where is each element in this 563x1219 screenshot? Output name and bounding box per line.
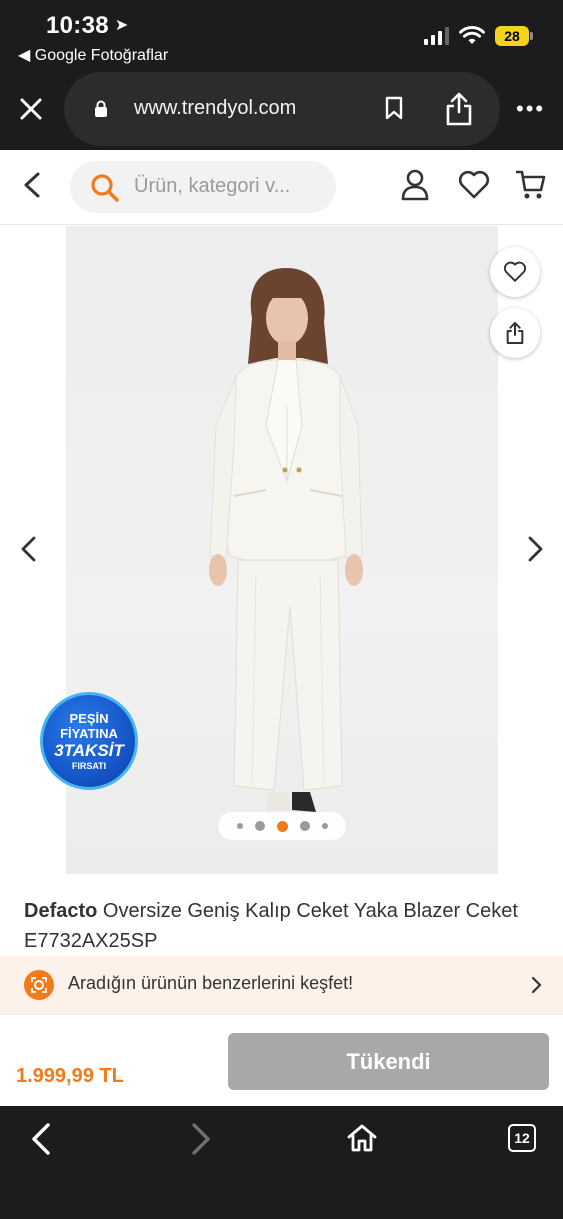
model-figure — [209, 268, 363, 812]
browser-toolbar: 12 — [0, 1106, 563, 1219]
site-header: Ürün, kategori v... — [0, 150, 563, 225]
similar-products-label: Aradığın ürünün benzerlerini keşfet! — [68, 973, 354, 993]
share-icon[interactable] — [444, 92, 474, 126]
product-title: Defacto Oversize Geniş Kalıp Ceket Yaka … — [24, 896, 544, 956]
search-icon — [91, 174, 119, 202]
sold-out-button[interactable]: Tükendi — [228, 1033, 549, 1090]
bookmark-icon[interactable] — [384, 96, 404, 120]
browser-back-icon[interactable] — [28, 1122, 54, 1156]
badge-line-1: PEŞİN — [69, 711, 109, 726]
status-icons: 28 — [424, 26, 533, 46]
badge-line-4: FIRSATI — [71, 761, 107, 771]
image-pagination-dots[interactable] — [218, 812, 346, 840]
price-label: 1.999,99 TL — [16, 1065, 124, 1087]
badge-line-2: FİYATINA — [60, 726, 118, 741]
product-photo[interactable] — [66, 226, 498, 874]
home-icon[interactable] — [346, 1123, 378, 1153]
address-bar-row: www.trendyol.com ••• — [0, 70, 563, 148]
previous-image-chevron-icon[interactable] — [18, 534, 40, 564]
pagination-dot[interactable] — [321, 823, 328, 829]
chevron-right-icon — [531, 976, 542, 994]
heart-icon — [503, 261, 527, 282]
close-icon — [20, 98, 42, 120]
pagination-dot[interactable] — [236, 823, 243, 829]
similar-products-banner[interactable]: Aradığın ürünün benzerlerini keşfet! — [0, 956, 563, 1014]
status-time: 10:38 ➤ — [46, 12, 129, 39]
cellular-signal-icon — [424, 27, 449, 45]
pagination-dot[interactable] — [254, 821, 265, 831]
address-bar[interactable]: www.trendyol.com — [64, 72, 500, 146]
search-placeholder: Ürün, kategori v... — [134, 175, 291, 197]
more-options-icon[interactable]: ••• — [516, 98, 545, 120]
pagination-dot-active[interactable] — [276, 820, 288, 832]
share-icon — [506, 322, 524, 344]
product-brand[interactable]: Defacto — [24, 900, 97, 922]
lock-icon — [95, 100, 107, 117]
back-to-app-link[interactable]: ◀ Google Fotoğraflar — [18, 45, 168, 65]
browser-chrome: 10:38 ➤ ◀ Google Fotoğraflar 28 www.trend… — [0, 0, 563, 150]
add-to-favorites-button[interactable] — [490, 247, 540, 297]
user-account-icon[interactable] — [400, 169, 430, 201]
installment-badge: PEŞİN FİYATINA 3TAKSİT FIRSATI — [40, 692, 138, 790]
browser-forward-icon[interactable] — [188, 1122, 214, 1156]
share-product-button[interactable] — [490, 308, 540, 358]
url-text: www.trendyol.com — [134, 97, 297, 119]
back-chevron-icon[interactable] — [20, 170, 44, 200]
tabs-count-button[interactable]: 12 — [508, 1124, 536, 1152]
badge-line-3: 3TAKSİT — [54, 741, 124, 760]
close-button[interactable] — [14, 92, 48, 126]
search-input[interactable]: Ürün, kategori v... — [70, 161, 336, 213]
wifi-icon — [459, 26, 485, 44]
favorites-heart-icon[interactable] — [458, 170, 490, 200]
product-gallery: PEŞİN FİYATINA 3TAKSİT FIRSATI — [0, 226, 563, 874]
product-name: Oversize Geniş Kalıp Ceket Yaka Blazer C… — [24, 900, 518, 952]
cart-icon[interactable] — [516, 169, 546, 201]
battery-indicator: 28 — [495, 26, 533, 46]
next-image-chevron-icon[interactable] — [524, 534, 546, 564]
discover-icon — [24, 970, 54, 1000]
pagination-dot[interactable] — [299, 821, 310, 831]
purchase-bar: 1.999,99 TL Tükendi — [0, 1014, 563, 1106]
location-arrow-icon: ➤ — [114, 17, 129, 34]
